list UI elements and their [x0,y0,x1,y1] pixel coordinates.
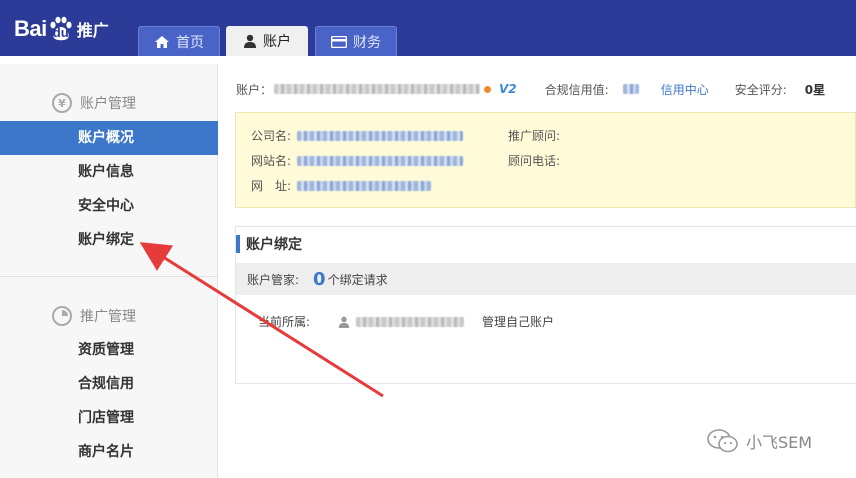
current-owner-label: 当前所属: [258,315,311,329]
sidebar-item-label: 门店管理 [78,410,134,426]
consultant-row: 推广顾问: [508,127,560,144]
logo-du-text: du [52,25,69,40]
sidebar-item-store-management[interactable]: 门店管理 [0,401,218,435]
tab-home-label: 首页 [176,34,204,51]
url-redacted [297,180,432,191]
security-score-label: 安全评分: [734,82,787,97]
sidebar-item-label: 合规信用 [78,376,134,392]
sidebar-group-promotion: 推广管理 [52,305,136,327]
baidu-logo[interactable]: Bai du 推广 [14,14,109,44]
company-name-row: 公司名: [251,127,464,144]
status-dot-icon [484,85,492,93]
sidebar-item-account-info[interactable]: 账户信息 [0,155,218,189]
sidebar-item-compliance-credit[interactable]: 合规信用 [0,367,218,401]
top-navigation-bar: Bai du 推广 首页 账户 财务 [0,0,856,56]
company-info-panel: 公司名: 网站名: 网 址: 推广顾问: 顾问电话: [235,112,856,208]
sidebar-item-label: 资质管理 [78,342,134,358]
company-name-redacted [297,130,464,141]
consultant-phone-label: 顾问电话: [508,154,561,168]
binding-request-count[interactable]: 0 [313,269,326,290]
site-name-label: 网站名: [251,154,292,168]
account-name-redacted [274,84,481,94]
section-title-text: 账户绑定 [246,237,302,253]
sidebar-item-label: 账户概况 [78,130,134,146]
sidebar-item-security-center[interactable]: 安全中心 [0,189,218,223]
yen-icon: ¥ [52,93,72,113]
tab-account[interactable]: 账户 [226,26,308,56]
account-label: 账户： [236,82,273,97]
sidebar-group-account: ¥ 账户管理 [52,92,136,114]
sidebar-divider [0,276,218,277]
owner-name-redacted [356,316,465,327]
home-icon [155,35,169,48]
current-owner-row: 当前所属: 管理自己账户 [258,313,554,330]
title-accent-bar [236,235,240,253]
sidebar-group-title: 推广管理 [80,309,136,325]
wechat-icon [707,429,738,453]
consultant-label: 推广顾问: [508,129,561,143]
sidebar-item-label: 商户名片 [78,444,134,460]
paw-icon: du [48,16,74,42]
account-binding-panel: 账户绑定 账户管家: 0 个绑定请求 当前所属: 管理自己账户 [235,226,856,384]
watermark-text: 小飞SEM [746,433,813,452]
url-label: 网 址: [251,179,292,193]
sidebar-group-title: 账户管理 [80,96,136,112]
site-name-redacted [297,155,464,166]
account-manager-label: 账户管家: [247,272,300,287]
manage-own-account-text: 管理自己账户 [482,315,555,329]
user-icon [244,34,256,48]
url-row: 网 址: [251,177,432,194]
sidebar-item-account-overview[interactable]: 账户概况 [0,121,218,155]
site-name-row: 网站名: [251,152,464,169]
tab-home[interactable]: 首页 [138,26,220,56]
credit-center-link[interactable]: 信用中心 [661,81,709,98]
sidebar-item-label: 账户信息 [78,164,134,180]
company-name-label: 公司名: [251,129,292,143]
watermark: 小飞SEM [706,428,812,454]
sidebar-item-merchant-card[interactable]: 商户名片 [0,435,218,469]
sidebar-item-label: 安全中心 [78,198,134,214]
sidebar: ¥ 账户管理 账户概况 账户信息 安全中心 账户绑定 推广管理 资质管理 合规信… [0,64,218,478]
binding-request-text: 个绑定请求 [327,272,388,287]
user-icon [338,316,350,328]
compliance-label: 合规信用值: [544,82,609,97]
consultant-phone-row: 顾问电话: [508,152,560,169]
section-title: 账户绑定 [236,235,302,253]
sidebar-item-label: 账户绑定 [78,232,134,248]
sidebar-item-account-binding[interactable]: 账户绑定 [0,223,218,257]
compliance-value-redacted [622,84,639,94]
sidebar-item-qualification[interactable]: 资质管理 [0,333,218,367]
pie-chart-icon [52,306,72,326]
card-icon [331,35,347,48]
account-info-bar: 账户： V2 合规信用值: 信用中心 安全评分: 0星 [236,80,856,98]
tab-finance[interactable]: 财务 [315,26,397,56]
logo-suffix: 推广 [76,21,109,40]
security-score-value: 0星 [804,82,826,97]
logo-text: Bai [14,16,47,41]
binding-requests-bar: 账户管家: 0 个绑定请求 [236,263,856,295]
tab-account-label: 账户 [263,34,291,50]
tab-finance-label: 财务 [353,34,381,51]
level-badge: V2 [499,82,517,96]
